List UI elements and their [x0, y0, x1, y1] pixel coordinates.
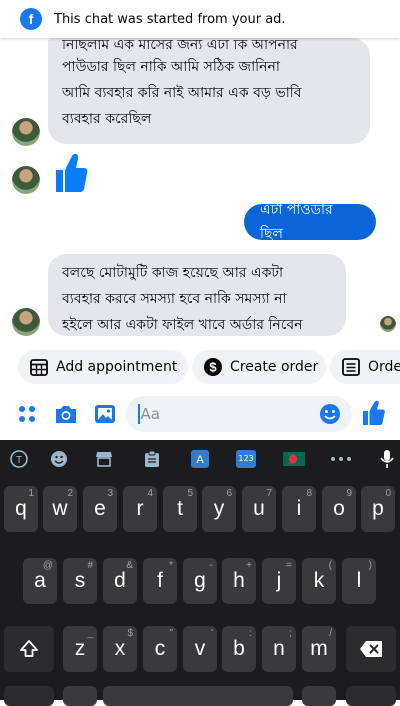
key-u[interactable]: 7u	[242, 486, 276, 532]
number-layout-icon[interactable]: 123	[236, 449, 256, 469]
backspace-key[interactable]	[346, 626, 396, 672]
period-key[interactable]	[302, 686, 336, 706]
message-line: বলছে মোটামুটি কাজ হয়েছে আর একটা	[62, 265, 284, 281]
key-w[interactable]: 2w	[43, 486, 77, 532]
message-line: ব্যবহার করবে সমস্যা হবে নাকি সমস্যা না	[62, 291, 287, 307]
symbols-key[interactable]	[4, 686, 54, 706]
gallery-icon[interactable]	[94, 403, 116, 429]
key-z[interactable]: _ z	[63, 626, 97, 672]
add-appointment-button[interactable]: Add appointment	[18, 350, 188, 384]
backspace-icon	[360, 641, 382, 657]
key-k[interactable]: (k	[302, 558, 336, 604]
orders-button[interactable]: Orde	[330, 350, 400, 384]
microphone-icon[interactable]	[377, 449, 397, 469]
key-a[interactable]: @ a	[23, 558, 57, 604]
message-line: পাউডার ছিল নাকি আমি সঠিক জানিনা	[62, 59, 280, 75]
key-e[interactable]: 3e	[83, 486, 117, 532]
key-h[interactable]: + h	[222, 558, 256, 604]
text-caret	[138, 404, 140, 424]
key-n[interactable]: ; n	[262, 626, 296, 672]
bangladesh-flag-icon[interactable]	[283, 449, 305, 469]
contact-avatar[interactable]	[12, 166, 40, 194]
message-line: ব্যবহার করেছিল	[62, 111, 152, 127]
add-appointment-label: Add appointment	[56, 359, 178, 375]
message-line: নিছিলাম এক মাসের জন্য এটা কি আপনার	[62, 40, 298, 53]
message-line: আমি ব্যবহার করি নাই আমার এক বড় ভাবি	[62, 85, 302, 101]
svg-text:$: $	[209, 360, 217, 375]
space-key[interactable]	[103, 686, 293, 706]
create-order-button[interactable]: $ Create order	[192, 350, 326, 384]
banner-text: This chat was started from your ad.	[54, 11, 286, 27]
enter-key[interactable]	[346, 686, 396, 706]
key-o[interactable]: 9o	[322, 486, 356, 532]
key-g[interactable]: -g	[183, 558, 217, 604]
calendar-icon	[30, 358, 48, 376]
incoming-message[interactable]: নিছিলাম এক মাসের জন্য এটা কি আপনার পাউডা…	[48, 38, 370, 144]
chat-thread[interactable]: নিছিলাম এক মাসের জন্য এটা কি আপনার পাউডা…	[0, 38, 400, 340]
camera-icon[interactable]	[54, 403, 78, 429]
key-f[interactable]: * f	[143, 558, 177, 604]
key-l[interactable]: ) l	[342, 558, 376, 604]
list-icon	[342, 358, 360, 376]
ad-banner: f This chat was started from your ad.	[0, 0, 400, 38]
quick-actions-bar[interactable]: Add appointment $ Create order Orde	[0, 350, 400, 384]
contact-avatar[interactable]	[12, 308, 40, 336]
svg-text:A: A	[196, 454, 204, 466]
svg-text:T: T	[16, 455, 22, 466]
seen-avatar	[380, 316, 396, 332]
outgoing-message[interactable]: এটা পাওডার ছিল	[244, 202, 376, 242]
shift-key[interactable]	[4, 626, 54, 672]
emoji-icon[interactable]	[49, 449, 69, 469]
key-b[interactable]: :b	[222, 626, 256, 672]
like-send-icon[interactable]	[362, 400, 386, 430]
message-composer: Aa	[0, 394, 400, 434]
store-icon[interactable]	[94, 449, 114, 469]
key-p[interactable]: 0p	[361, 486, 395, 532]
more-options-icon[interactable]	[330, 449, 352, 469]
key-i[interactable]: 8i	[282, 486, 316, 532]
key-m[interactable]: / m	[302, 626, 336, 672]
create-order-label: Create order	[230, 359, 319, 375]
clipboard-icon[interactable]	[142, 449, 162, 469]
comma-key[interactable]	[63, 686, 97, 706]
key-c[interactable]: " c	[143, 626, 177, 672]
translate-icon[interactable]: A	[190, 449, 210, 469]
message-input-placeholder: Aa	[140, 405, 160, 423]
emoji-icon[interactable]	[319, 403, 341, 429]
keyboard-toolbar: T A 123	[0, 440, 400, 478]
key-q[interactable]: 1q	[4, 486, 38, 532]
menu-dots-icon[interactable]	[18, 405, 36, 427]
shift-icon	[20, 640, 38, 657]
dollar-icon: $	[204, 358, 222, 376]
orders-label: Orde	[368, 359, 400, 375]
key-j[interactable]: = j	[262, 558, 296, 604]
message-line: হইলে আর একটা ফাইল খাবে অর্ডার নিবেন	[62, 317, 303, 333]
key-s[interactable]: # s	[63, 558, 97, 604]
message-text: এটা পাওডার ছিল	[260, 202, 333, 242]
facebook-icon: f	[20, 8, 42, 30]
contact-avatar[interactable]	[12, 118, 40, 146]
key-t[interactable]: 5t	[163, 486, 197, 532]
key-y[interactable]: 6y	[202, 486, 236, 532]
key-x[interactable]: $ x	[103, 626, 137, 672]
key-d[interactable]: & d	[103, 558, 137, 604]
incoming-message[interactable]: বলছে মোটামুটি কাজ হয়েছে আর একটা ব্যবহার…	[48, 254, 346, 336]
number-layout-label: 123	[238, 453, 254, 463]
thumbs-up-icon	[56, 153, 88, 192]
key-v[interactable]: ' v	[183, 626, 217, 672]
key-r[interactable]: 4r	[123, 486, 157, 532]
swiftkey-icon[interactable]: T	[9, 449, 29, 469]
keyboard: T A 123 1q 2w 3e 4r 5t 6 y 7 u 8 i 9 o 0…	[0, 440, 400, 706]
